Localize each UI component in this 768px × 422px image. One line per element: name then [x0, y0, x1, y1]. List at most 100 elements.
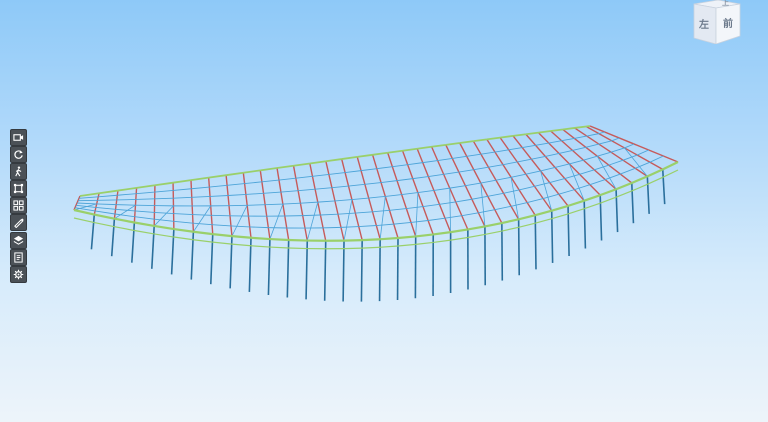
- settings-icon: [13, 269, 24, 280]
- steel-lower-chord: [94, 221, 115, 228]
- measure-button[interactable]: [10, 214, 27, 232]
- steel-purlin: [525, 170, 541, 175]
- steel-lower-chord: [662, 169, 679, 178]
- steel-outer-chord: [534, 209, 553, 217]
- steel-outer-chord: [662, 161, 679, 171]
- steel-inner-chord: [293, 162, 310, 167]
- steel-outer-chord: [631, 175, 648, 184]
- steel-brace: [449, 188, 452, 233]
- steel-lower-chord: [433, 239, 451, 244]
- steel-purlin: [579, 169, 595, 175]
- steel-outer-chord: [450, 228, 469, 234]
- steel-column: [305, 240, 309, 300]
- cube-face-front[interactable]: 前: [723, 15, 733, 30]
- steel-outer-chord: [615, 181, 633, 191]
- steel-outer-chord: [212, 233, 233, 238]
- 3d-viewport[interactable]: 上 左 前: [0, 0, 768, 422]
- steel-purlin: [407, 162, 423, 166]
- steel-outer-chord: [518, 214, 536, 221]
- steel-purlin: [78, 196, 99, 199]
- steel-lower-chord: [631, 183, 648, 192]
- steel-purlin: [494, 205, 512, 211]
- steel-lower-chord: [269, 246, 289, 249]
- walk-button[interactable]: [10, 163, 27, 181]
- steel-purlin: [412, 176, 429, 180]
- steel-inner-chord: [550, 128, 563, 132]
- steel-purlin: [340, 226, 359, 228]
- steel-purlin: [598, 131, 605, 135]
- steel-purlin: [361, 168, 377, 172]
- steel-inner-chord: [98, 189, 119, 195]
- steel-purlin: [598, 140, 612, 145]
- steel-purlin: [136, 191, 155, 195]
- steel-purlin: [154, 197, 174, 200]
- steel-outer-chord: [433, 231, 451, 236]
- steel-brace: [269, 203, 284, 240]
- steel-inner-chord: [431, 143, 446, 148]
- fit-view-button[interactable]: [10, 180, 27, 198]
- steel-lower-chord: [134, 229, 155, 235]
- model-tree-button[interactable]: [10, 197, 27, 215]
- steel-inner-chord: [172, 179, 192, 184]
- steel-purlin: [328, 172, 346, 175]
- steel-purlin: [480, 179, 497, 184]
- steel-outer-chord: [397, 235, 416, 240]
- steel-purlin: [465, 182, 481, 187]
- steel-purlin: [95, 206, 116, 210]
- steel-column: [630, 182, 635, 224]
- steel-purlin: [589, 179, 606, 186]
- cube-face-left[interactable]: 左: [699, 16, 709, 31]
- steel-purlin: [548, 140, 562, 144]
- steel-purlin: [337, 212, 356, 215]
- steel-purlin: [542, 193, 559, 199]
- steel-purlin: [210, 195, 229, 197]
- steel-outer-chord: [380, 236, 399, 241]
- steel-structure-model[interactable]: [0, 0, 768, 422]
- steel-purlin: [280, 190, 299, 193]
- steel-purlin: [317, 200, 335, 203]
- steel-brace: [153, 205, 174, 227]
- steel-purlin: [535, 142, 549, 146]
- steel-purlin: [312, 174, 329, 177]
- camera-icon: [13, 134, 24, 141]
- steel-purlin: [452, 155, 467, 159]
- steel-purlin: [531, 155, 546, 160]
- steel-purlin: [534, 182, 550, 187]
- steel-inner-chord: [260, 167, 278, 172]
- steel-lower-chord: [73, 217, 95, 224]
- view-cube[interactable]: 上 左 前: [690, 0, 744, 45]
- steel-lower-chord: [344, 247, 363, 250]
- steel-purlin: [348, 183, 365, 187]
- steel-lower-chord: [212, 241, 233, 245]
- steel-outer-chord: [343, 239, 363, 242]
- steel-lower-chord: [600, 196, 617, 204]
- properties-icon: [14, 252, 23, 263]
- steel-purlin: [173, 196, 192, 199]
- steel-lower-chord: [362, 246, 381, 249]
- section-button[interactable]: [10, 231, 27, 249]
- steel-purlin: [410, 220, 429, 223]
- steel-purlin: [494, 149, 509, 153]
- rotate-button[interactable]: [10, 146, 27, 164]
- cube-face-top[interactable]: 上: [722, 0, 729, 8]
- steel-purlin: [298, 188, 316, 192]
- steel-purlin: [345, 170, 362, 174]
- steel-inner-chord: [208, 174, 227, 179]
- steel-purlin: [608, 159, 624, 166]
- steel-purlin: [620, 167, 636, 175]
- settings-button[interactable]: [10, 265, 27, 283]
- steel-lower-chord: [250, 245, 270, 248]
- steel-outer-chord: [599, 188, 617, 197]
- steel-purlin: [212, 224, 232, 227]
- steel-purlin: [358, 225, 377, 228]
- steel-inner-chord: [499, 135, 514, 139]
- steel-lower-chord: [173, 236, 194, 241]
- steel-purlin: [597, 151, 612, 157]
- steel-column: [360, 240, 363, 302]
- steel-inner-chord: [154, 181, 174, 187]
- steel-column: [170, 228, 175, 275]
- properties-button[interactable]: [10, 248, 27, 266]
- steel-purlin: [517, 158, 532, 163]
- steel-purlin: [502, 161, 518, 166]
- camera-button[interactable]: [10, 129, 27, 146]
